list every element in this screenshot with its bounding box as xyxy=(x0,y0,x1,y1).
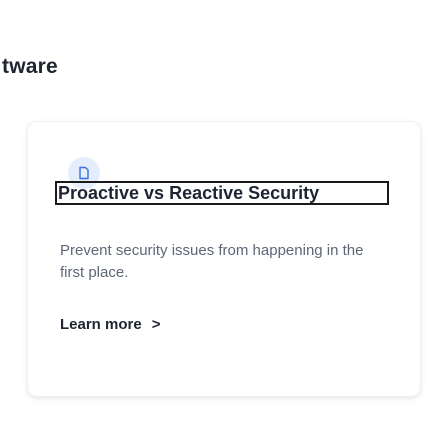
card-title: Proactive vs Reactive Security xyxy=(55,181,389,205)
document-icon xyxy=(76,165,92,181)
learn-more-label: Learn more xyxy=(60,316,142,333)
learn-more-link[interactable]: Learn more > xyxy=(60,314,160,336)
card-description: Prevent security issues from happening i… xyxy=(60,242,364,281)
page: tware Proactive vs Reactive Security Pre… xyxy=(0,0,448,448)
chevron-right-icon: > xyxy=(151,316,161,333)
section-heading: tware xyxy=(2,55,58,78)
